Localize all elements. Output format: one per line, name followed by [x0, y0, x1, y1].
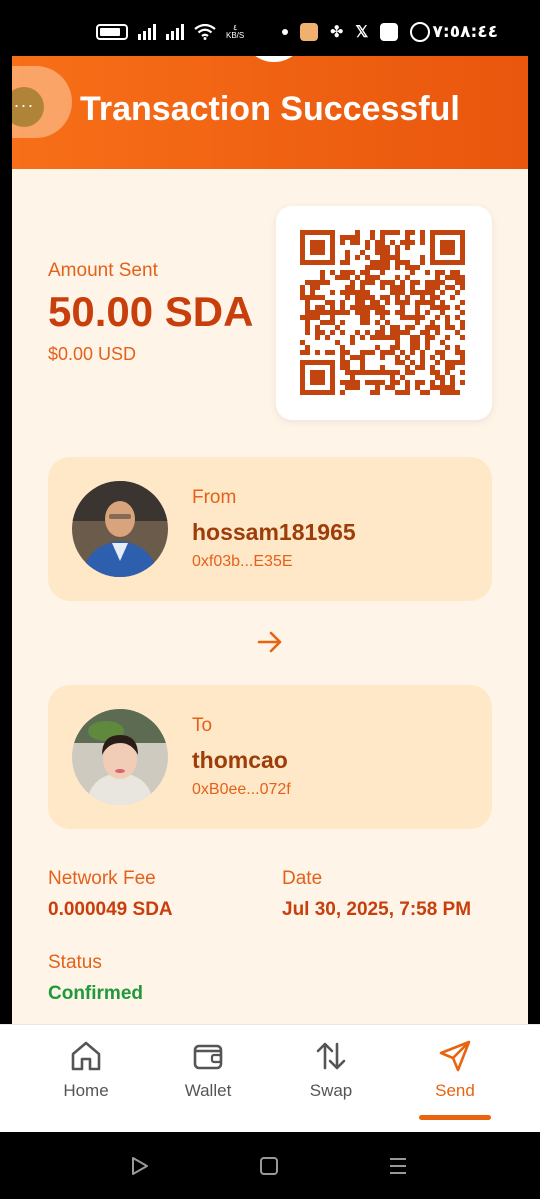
page-title: Transaction Successful [80, 90, 460, 128]
signal-icon-2 [166, 24, 184, 40]
status-value: Confirmed [48, 983, 143, 1004]
active-tab-indicator [419, 1115, 491, 1120]
signal-icon [138, 24, 156, 40]
home-button-icon[interactable] [259, 1156, 279, 1176]
nav-home-label: Home [63, 1081, 109, 1100]
from-label: From [192, 487, 237, 508]
from-card: From hossam181965 0xf03b...E35E [48, 457, 492, 601]
send-icon [439, 1040, 471, 1072]
avatar [242, 56, 306, 62]
more-icon[interactable]: ··· [12, 87, 44, 127]
qr-code-card[interactable] [276, 206, 492, 420]
qr-code [300, 230, 465, 395]
recent-apps-icon[interactable] [388, 1156, 408, 1176]
nav-swap[interactable]: Swap [281, 1039, 381, 1101]
header: ··· Transaction Successful [12, 56, 528, 169]
bottom-nav: Home Wallet Swap Send [0, 1024, 540, 1133]
amount-label: Amount Sent [48, 260, 158, 281]
to-label: To [192, 715, 213, 736]
network-speed-unit: KB/S [226, 31, 245, 40]
status-bar: ٤ KB/S ✤ 𝕏 ٧:٥٨:٤٤ [0, 0, 540, 56]
network-speed: ٤ KB/S [226, 24, 244, 40]
nav-wallet-label: Wallet [184, 1081, 232, 1100]
recipient-avatar [72, 709, 168, 805]
menu-button[interactable]: ··· [12, 66, 72, 138]
system-nav-bar [0, 1132, 540, 1199]
amount-usd: $0.00 USD [48, 344, 137, 364]
date-label: Date [282, 868, 323, 889]
to-card: To thomcao 0xB0ee...072f [48, 685, 492, 829]
wifi-icon [194, 24, 216, 40]
network-fee-value: 0.000049 SDA [48, 899, 173, 920]
pinwheel-icon: ✤ [330, 24, 344, 41]
x-icon: 𝕏 [355, 24, 369, 41]
app-notification-icon [300, 23, 318, 41]
sender-name: hossam181965 [192, 519, 356, 545]
amount-value: 50.00 SDA [48, 288, 254, 335]
recipient-address[interactable]: 0xB0ee...072f [192, 781, 291, 799]
whatsapp-icon [410, 22, 431, 42]
date-value: Jul 30, 2025, 7:58 PM [282, 899, 472, 920]
home-icon [71, 1041, 101, 1071]
back-icon[interactable] [130, 1156, 150, 1176]
recipient-name: thomcao [192, 747, 288, 773]
wallet-icon [193, 1044, 223, 1070]
sender-avatar [72, 481, 168, 577]
nav-send[interactable]: Send [405, 1039, 505, 1101]
nav-home[interactable]: Home [36, 1039, 136, 1101]
network-fee-label: Network Fee [48, 868, 156, 889]
transaction-screen: ··· Transaction Successful Amount Sent 5… [12, 56, 528, 1024]
swap-icon [316, 1042, 346, 1070]
nav-wallet[interactable]: Wallet [158, 1039, 258, 1101]
sender-address[interactable]: 0xf03b...E35E [192, 553, 293, 571]
app-icon [380, 23, 399, 41]
clock: ٧:٥٨:٤٤ [432, 22, 498, 42]
battery-icon [96, 24, 128, 40]
arrow-right-icon [257, 631, 282, 653]
notification-dot-icon [282, 29, 288, 35]
status-label: Status [48, 952, 102, 973]
nav-swap-label: Swap [309, 1081, 353, 1100]
nav-send-label: Send [435, 1081, 475, 1100]
